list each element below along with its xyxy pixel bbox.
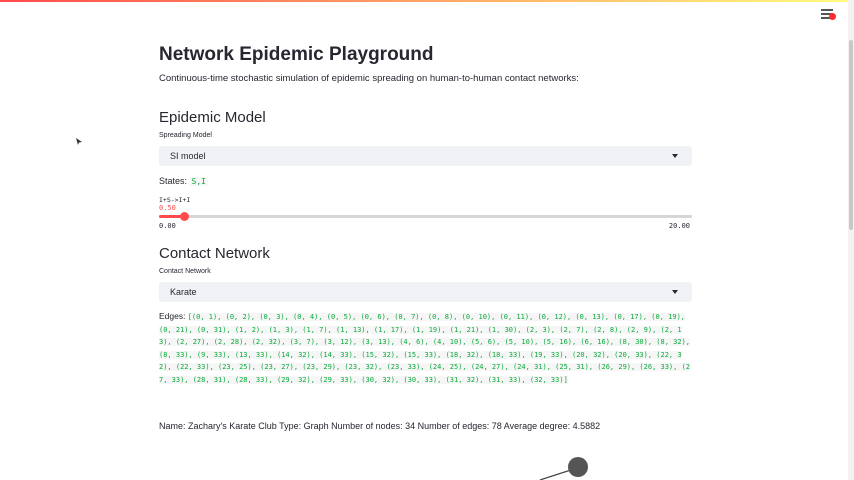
epidemic-model-heading: Epidemic Model [159, 109, 266, 126]
page-title: Network Epidemic Playground [159, 44, 434, 65]
spreading-model-label: Spreading Model [159, 132, 212, 139]
edges-block: Edges: [(0, 1), (0, 2), (0, 3), (0, 4), … [159, 311, 692, 386]
rate-slider-min: 0.00 [159, 222, 176, 230]
menu-bar [821, 9, 833, 11]
contact-network-heading: Contact Network [159, 245, 270, 262]
notification-dot [829, 13, 836, 20]
spreading-model-value: SI model [170, 151, 206, 161]
contact-network-label: Contact Network [159, 268, 211, 275]
hamburger-menu-icon[interactable] [818, 6, 838, 22]
chevron-down-icon [672, 290, 678, 294]
graph-node [568, 457, 588, 477]
states-value: S,I [189, 177, 208, 186]
rate-slider-value: 0.50 [159, 204, 176, 212]
scrollbar-thumb[interactable] [849, 40, 853, 230]
chevron-down-icon [672, 154, 678, 158]
rate-slider-thumb[interactable] [180, 212, 190, 221]
network-info: Name: Zachary's Karate Club Type: Graph … [159, 421, 601, 431]
contact-network-value: Karate [170, 287, 197, 297]
spreading-model-select[interactable]: SI model [159, 146, 692, 166]
rate-slider-max: 20.00 [668, 222, 690, 230]
graph-edge [539, 467, 578, 480]
states-line: States: S,I [159, 176, 208, 186]
page-subtitle: Continuous-time stochastic simulation of… [159, 73, 579, 84]
edges-label: Edges: [159, 311, 186, 321]
top-decoration-stripe [0, 0, 854, 2]
rate-slider[interactable] [159, 212, 692, 221]
edges-list: [(0, 1), (0, 2), (0, 3), (0, 4), (0, 5),… [159, 313, 691, 384]
mouse-cursor-icon [76, 138, 82, 145]
contact-network-select[interactable]: Karate [159, 282, 692, 302]
scrollbar[interactable] [848, 0, 854, 480]
states-label: States: [159, 176, 188, 186]
rate-slider-label: I+S->I+I [159, 196, 191, 204]
